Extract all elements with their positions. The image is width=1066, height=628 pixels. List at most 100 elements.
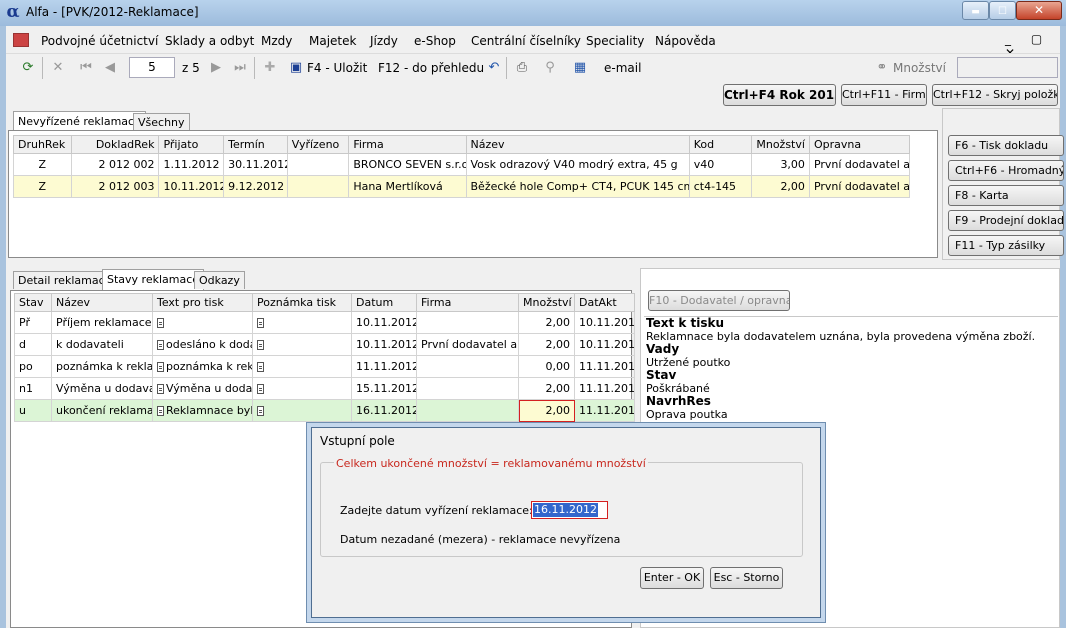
quantity-label: Množství <box>893 61 946 75</box>
menu-eshop[interactable]: e-Shop <box>414 34 456 48</box>
save-icon[interactable]: ▣ <box>288 60 304 76</box>
cell: Příjem reklamace <box>51 311 153 334</box>
memo-text: Reklamnace byla dodavatelem uznána, byla… <box>646 330 1036 343</box>
menu-majetek[interactable]: Majetek <box>309 34 356 48</box>
memo-cell[interactable] <box>252 355 352 378</box>
column-header[interactable]: Poznámka tisk <box>252 293 352 312</box>
refresh-icon[interactable]: ⟳ <box>20 60 36 76</box>
column-header[interactable]: Název <box>51 293 153 312</box>
table-row[interactable]: d k dodavateli odesláno k dodav. 10.11.2… <box>14 333 635 356</box>
menu-speciality[interactable]: Speciality <box>586 34 644 48</box>
previous-record-icon[interactable]: ◀ <box>102 60 118 76</box>
undo-icon[interactable]: ↶ <box>486 60 502 76</box>
last-record-icon[interactable]: ⏭ <box>232 60 248 76</box>
first-record-icon[interactable]: ⏮ <box>78 60 94 76</box>
quantity-input[interactable] <box>957 57 1058 78</box>
year-button[interactable]: Ctrl+F4 Rok 2012 <box>723 84 836 106</box>
calculator-icon[interactable]: ▦ <box>572 60 588 76</box>
column-header[interactable]: Kod <box>688 135 753 154</box>
firm-button[interactable]: Ctrl+F11 - Firma <box>841 84 927 106</box>
menu-mzdy[interactable]: Mzdy <box>261 34 292 48</box>
column-header[interactable]: Přijato <box>158 135 225 154</box>
tab-odkazy[interactable]: Odkazy <box>194 271 245 289</box>
memo-cell[interactable]: poznámka k rekla <box>152 355 253 378</box>
menu-podvojne-ucetnictvi[interactable]: Podvojné účetnictví <box>41 34 158 48</box>
memo-cell[interactable] <box>152 311 253 334</box>
app-menu-icon[interactable] <box>13 33 29 47</box>
table-row[interactable]: po poznámka k reklam poznámka k rekla 11… <box>14 355 635 378</box>
card-button[interactable]: F8 - Karta <box>948 185 1064 206</box>
memo-cell[interactable]: odesláno k dodav. <box>152 333 253 356</box>
save-button[interactable]: F4 - Uložit <box>307 58 367 78</box>
print-document-button[interactable]: F6 - Tisk dokladu <box>948 135 1064 156</box>
shipment-type-button[interactable]: F11 - Typ zásilky <box>948 235 1064 256</box>
memo-cell[interactable] <box>252 311 352 334</box>
memo-cell[interactable] <box>252 399 352 422</box>
cell: 2 012 003 <box>70 175 160 198</box>
date-input[interactable]: 16.11.2012 <box>531 501 608 519</box>
memo-cell[interactable]: Výměna u dodava <box>152 377 253 400</box>
column-header[interactable]: Množství <box>518 293 575 312</box>
menu-centralni-ciselniky[interactable]: Centrální číselníky <box>471 34 581 48</box>
cell: 10.11.2012 <box>351 333 417 356</box>
window-title: Alfa - [PVK/2012-Reklamace] <box>26 5 199 19</box>
next-record-icon[interactable]: ▶ <box>208 60 224 76</box>
column-header[interactable]: Stav <box>14 293 52 312</box>
column-header[interactable]: Firma <box>416 293 519 312</box>
tab-stavy-reklamace[interactable]: Stavy reklamace <box>102 269 205 291</box>
table-row[interactable]: n1 Výměna u dodavate Výměna u dodava 15.… <box>14 377 635 400</box>
memo-cell[interactable] <box>252 333 352 356</box>
column-header[interactable]: Vyřízeno <box>286 135 350 154</box>
delete-icon[interactable]: ✕ <box>50 60 66 76</box>
ok-button[interactable]: Enter - OK <box>640 567 704 589</box>
filter-icon[interactable]: ⚲ <box>542 60 558 76</box>
table-row-selected[interactable]: Z 2 012 003 10.11.2012 9.12.2012 Hana Me… <box>13 175 911 198</box>
memo-icon <box>257 362 264 372</box>
cell: Výměna u dodavate <box>51 377 153 400</box>
cell: První dodavatel a.s. <box>808 175 911 198</box>
cell: BRONCO SEVEN s.r.o. <box>348 153 467 176</box>
page-number-input[interactable]: 5 <box>129 57 175 78</box>
sales-document-button[interactable]: F9 - Prodejní doklad <box>948 210 1064 231</box>
column-header[interactable]: Datum <box>351 293 417 312</box>
menu-napoveda[interactable]: Nápověda <box>655 34 716 48</box>
cell: 11.11.2012 <box>351 355 417 378</box>
column-header[interactable]: Firma <box>348 135 467 154</box>
tab-vsechny[interactable]: Všechny <box>133 113 190 131</box>
print-icon[interactable]: ⎙ <box>514 60 530 76</box>
page-count: z 5 <box>182 61 200 75</box>
date-value: 16.11.2012 <box>533 503 598 517</box>
menu-sklady-a-odbyt[interactable]: Sklady a odbyt <box>165 34 254 48</box>
memo-cell[interactable]: Reklamnace byla. <box>152 399 253 422</box>
memo-cell[interactable] <box>252 377 352 400</box>
active-cell[interactable]: 2,00 <box>518 399 575 422</box>
minimize-button[interactable]: ▬ <box>962 1 989 20</box>
column-header[interactable]: Text pro tisk <box>152 293 253 312</box>
batch-print-button[interactable]: Ctrl+F6 - Hromadný tisk <box>948 160 1064 181</box>
column-header[interactable]: DokladRek <box>70 135 160 154</box>
column-header[interactable]: DatAkt <box>574 293 635 312</box>
cell: Běžecké hole Comp+ CT4, PCUK 145 cm <box>465 175 690 198</box>
email-button[interactable]: e-mail <box>604 58 641 78</box>
cell: poznámka k reklam <box>51 355 153 378</box>
supplier-repair-button[interactable]: F10 - Dodavatel / opravna <box>648 290 790 311</box>
menu-jizdy[interactable]: Jízdy <box>370 34 398 48</box>
column-header[interactable]: DruhRek <box>13 135 72 154</box>
cell: n1 <box>14 377 52 400</box>
cell: 10.11.2012 <box>574 333 635 356</box>
cancel-button[interactable]: Esc - Storno <box>710 567 783 589</box>
maximize-button[interactable]: ☐ <box>989 1 1016 20</box>
close-button[interactable]: ✕ <box>1016 1 1062 20</box>
column-header[interactable]: Opravna <box>808 135 911 154</box>
table-row[interactable]: Př Příjem reklamace 10.11.2012 2,00 10.1… <box>14 311 635 334</box>
overview-button[interactable]: F12 - do přehledu <box>378 58 484 78</box>
table-row-selected[interactable]: u ukončení reklamace Reklamnace byla. 16… <box>14 399 635 422</box>
hide-items-button[interactable]: Ctrl+F12 - Skryj položky <box>932 84 1058 106</box>
cell: 30.11.2012 <box>223 153 288 176</box>
add-icon[interactable]: ✚ <box>262 60 278 76</box>
column-header[interactable]: Termín <box>223 135 288 154</box>
column-header[interactable]: Množství <box>751 135 810 154</box>
table-row[interactable]: Z 2 012 002 1.11.2012 30.11.2012 BRONCO … <box>13 153 911 176</box>
column-header[interactable]: Název <box>465 135 690 154</box>
tab-detail-reklamace[interactable]: Detail reklamace <box>13 271 117 289</box>
